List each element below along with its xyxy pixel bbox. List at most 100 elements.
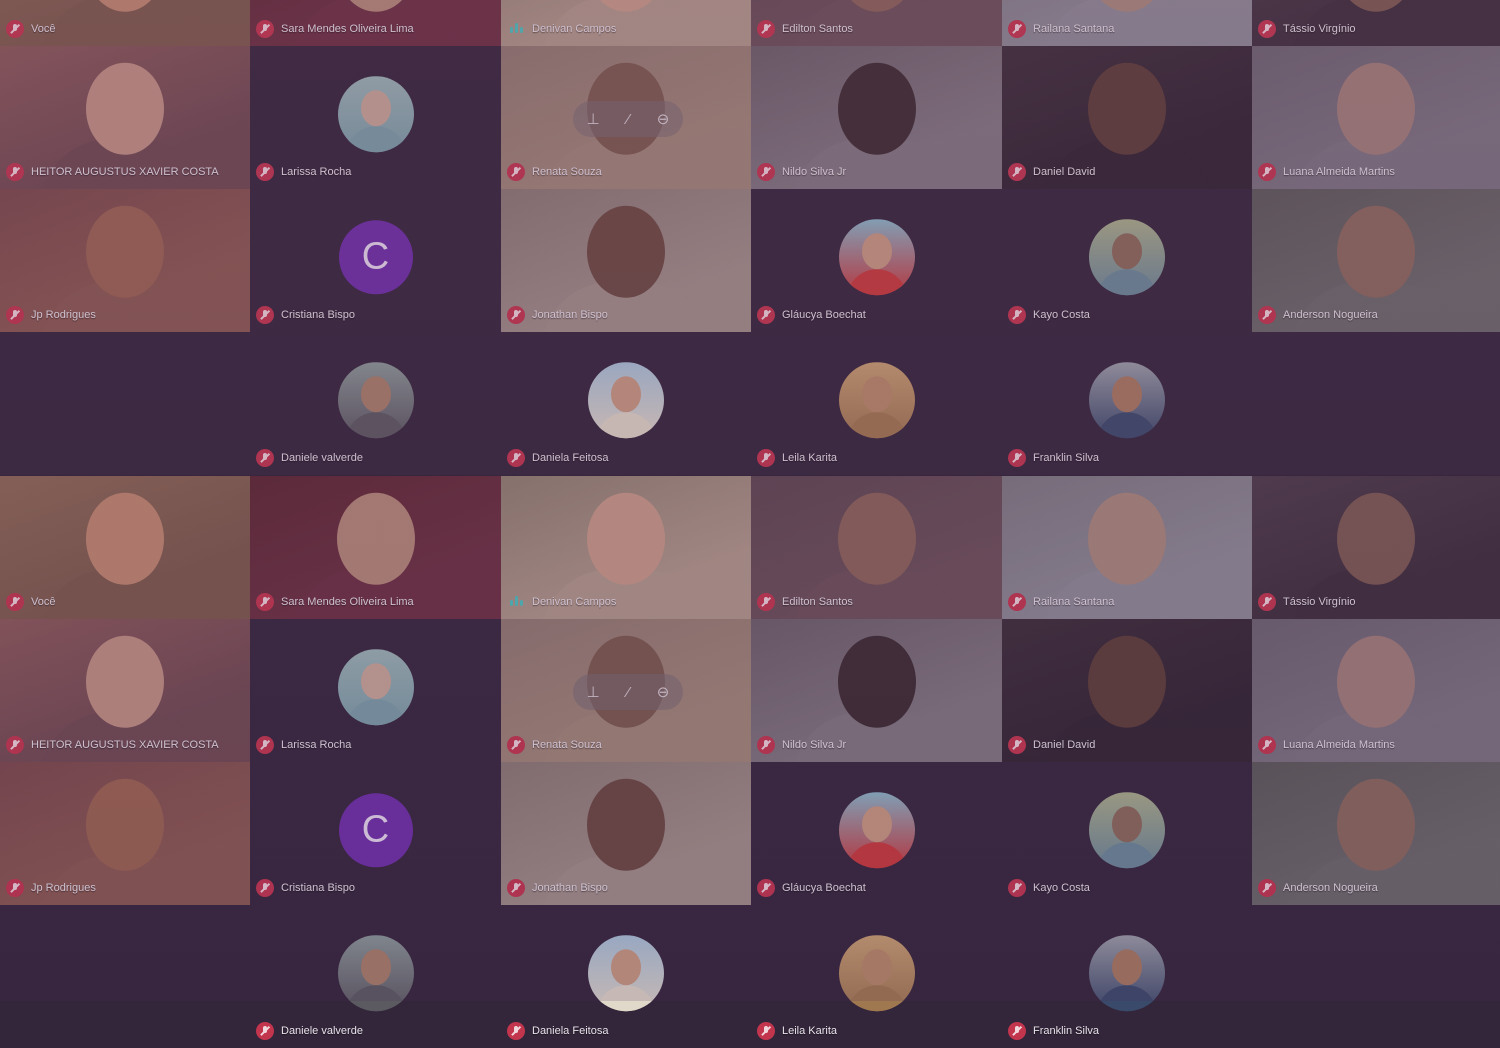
profile-avatar: [838, 791, 915, 868]
participant-tile[interactable]: Anderson Nogueira: [1252, 189, 1500, 332]
participant-name: Daniela Feitosa: [532, 1025, 609, 1037]
participant-name: Franklin Silva: [1033, 1025, 1100, 1037]
remove-icon[interactable]: ⊖: [657, 110, 670, 128]
mic-muted-icon: [1008, 449, 1026, 467]
participant-name: Renata Souza: [532, 166, 602, 178]
participant-tile[interactable]: Leila Karita: [751, 332, 1002, 475]
participant-tile[interactable]: Larissa Rocha: [250, 46, 501, 189]
nameplate: Jonathan Bispo: [507, 879, 608, 897]
participant-tile[interactable]: Nildo Silva Jr: [751, 46, 1002, 189]
tile-hover-controls[interactable]: ⊥ ⁄ ⊖: [573, 674, 683, 710]
participant-tile[interactable]: Jonathan Bispo: [501, 762, 751, 905]
participant-tile[interactable]: Edilton Santos: [751, 0, 1002, 46]
participant-face: [86, 635, 164, 728]
avatar-body: [596, 984, 656, 1011]
participant-name: Denivan Campos: [532, 23, 617, 35]
profile-avatar: [838, 218, 915, 295]
nameplate: Railana Santana: [1008, 20, 1114, 38]
participant-tile[interactable]: Leila Karita: [751, 905, 1002, 1048]
participant-tile[interactable]: Gláucya Boechat: [751, 189, 1002, 332]
mic-muted-icon: [757, 879, 775, 897]
nameplate: HEITOR AUGUSTUS XAVIER COSTA: [6, 163, 219, 181]
avatar-body: [846, 268, 907, 295]
avatar-body: [345, 411, 406, 438]
mic-muted-icon: [757, 736, 775, 754]
tile-hover-controls[interactable]: ⊥ ⁄ ⊖: [573, 101, 683, 137]
participant-name: Anderson Nogueira: [1283, 882, 1378, 894]
mic-muted-icon: [757, 306, 775, 324]
participant-tile[interactable]: Você: [0, 0, 250, 46]
remove-icon[interactable]: ⊖: [657, 683, 670, 701]
nameplate: Tássio Virgínio: [1258, 593, 1356, 611]
profile-avatar: [838, 934, 915, 1011]
pin-icon[interactable]: ⊥: [587, 683, 600, 701]
participant-tile[interactable]: Denivan Campos: [501, 476, 751, 619]
participant-tile[interactable]: Jonathan Bispo: [501, 189, 751, 332]
participant-face: [86, 492, 164, 585]
participant-tile[interactable]: Nildo Silva Jr: [751, 619, 1002, 762]
participant-tile[interactable]: Denivan Campos: [501, 0, 751, 46]
participant-name: Tássio Virgínio: [1283, 596, 1356, 608]
participant-tile[interactable]: Daniel David: [1002, 619, 1252, 762]
pin-icon[interactable]: ⊥: [587, 110, 600, 128]
participant-tile[interactable]: Luana Almeida Martins: [1252, 46, 1500, 189]
participant-tile[interactable]: Tássio Virgínio: [1252, 476, 1500, 619]
participant-tile[interactable]: Kayo Costa: [1002, 762, 1252, 905]
participant-tile[interactable]: HEITOR AUGUSTUS XAVIER COSTA: [0, 46, 250, 189]
avatar-face: [861, 232, 892, 269]
participant-tile[interactable]: C Cristiana Bispo: [250, 762, 501, 905]
participant-name: Cristiana Bispo: [281, 309, 355, 321]
mic-muted-icon: [6, 20, 24, 38]
participant-tile[interactable]: Jp Rodrigues: [0, 189, 250, 332]
participant-tile[interactable]: Você: [0, 476, 250, 619]
participant-tile[interactable]: Edilton Santos: [751, 476, 1002, 619]
participant-face: [837, 635, 916, 728]
participant-name: Sara Mendes Oliveira Lima: [281, 596, 414, 608]
participant-tile[interactable]: Daniel David: [1002, 46, 1252, 189]
nameplate: Nildo Silva Jr: [757, 736, 846, 754]
mute-icon[interactable]: ⁄: [627, 684, 630, 701]
participant-name: Daniel David: [1033, 166, 1096, 178]
participant-tile[interactable]: C Cristiana Bispo: [250, 189, 501, 332]
nameplate: Você: [6, 20, 55, 38]
avatar-body: [1097, 984, 1157, 1011]
participant-tile[interactable]: Sara Mendes Oliveira Lima: [250, 0, 501, 46]
participant-tile[interactable]: Daniela Feitosa: [501, 905, 751, 1048]
participant-tile[interactable]: Railana Santana: [1002, 0, 1252, 46]
profile-avatar: [337, 75, 414, 152]
participant-name: Você: [31, 23, 56, 35]
participant-tile[interactable]: Franklin Silva: [1002, 905, 1252, 1048]
participant-tile[interactable]: Luana Almeida Martins: [1252, 619, 1500, 762]
participant-tile[interactable]: Kayo Costa: [1002, 189, 1252, 332]
avatar-body: [846, 841, 907, 868]
participant-tile[interactable]: Daniele valverde: [250, 905, 501, 1048]
mic-muted-icon: [256, 449, 274, 467]
participant-tile[interactable]: Larissa Rocha: [250, 619, 501, 762]
participant-tile[interactable]: Gláucya Boechat: [751, 762, 1002, 905]
nameplate: Tássio Virgínio: [1258, 20, 1356, 38]
participant-tile[interactable]: Jp Rodrigues: [0, 762, 250, 905]
nameplate: Daniele valverde: [256, 1022, 363, 1040]
nameplate: Anderson Nogueira: [1258, 306, 1378, 324]
participant-tile[interactable]: Franklin Silva: [1002, 332, 1252, 475]
participant-face: [86, 778, 164, 871]
avatar-body: [345, 984, 406, 1011]
mute-icon[interactable]: ⁄: [627, 111, 630, 128]
participant-tile[interactable]: Daniela Feitosa: [501, 332, 751, 475]
nameplate: Kayo Costa: [1008, 879, 1090, 897]
participant-tile[interactable]: ⊥ ⁄ ⊖ Renata Souza: [501, 46, 751, 189]
participant-tile[interactable]: Railana Santana: [1002, 476, 1252, 619]
participant-tile[interactable]: ⊥ ⁄ ⊖ Renata Souza: [501, 619, 751, 762]
nameplate: Leila Karita: [757, 1022, 837, 1040]
participant-name: Jp Rodrigues: [31, 309, 96, 321]
profile-avatar: [1089, 791, 1165, 868]
participant-tile[interactable]: Anderson Nogueira: [1252, 762, 1500, 905]
participant-tile[interactable]: Daniele valverde: [250, 332, 501, 475]
participant-name: Daniel David: [1033, 739, 1096, 751]
participant-name: Larissa Rocha: [281, 739, 352, 751]
participant-tile[interactable]: HEITOR AUGUSTUS XAVIER COSTA: [0, 619, 250, 762]
participant-tile[interactable]: Sara Mendes Oliveira Lima: [250, 476, 501, 619]
participant-tile[interactable]: Tássio Virgínio: [1252, 0, 1500, 46]
mic-muted-icon: [757, 1022, 775, 1040]
mic-muted-icon: [507, 736, 525, 754]
